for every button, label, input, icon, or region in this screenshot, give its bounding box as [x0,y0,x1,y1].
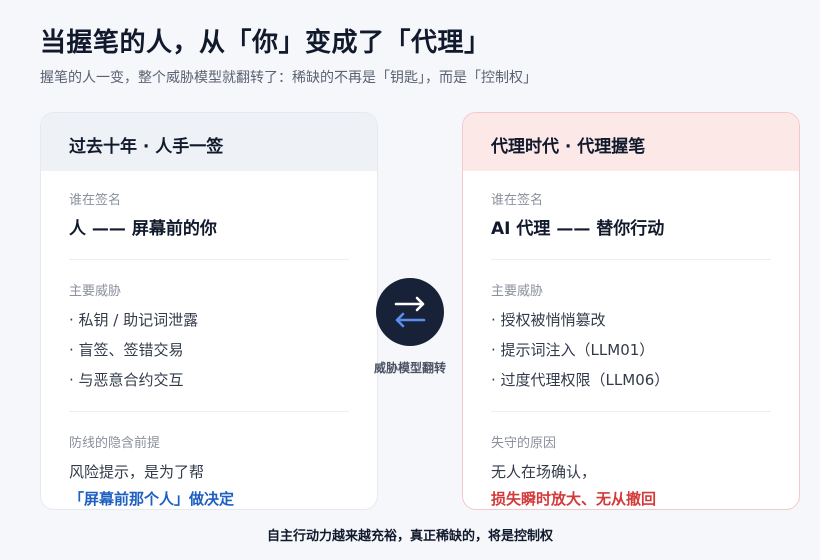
past-decade-card-header: 过去十年 · 人手一签 [41,113,377,171]
threat-item: · 提示词注入（LLM01） [491,341,655,359]
page-subtitle: 握笔的人一变，整个威胁模型就翻转了：稀缺的不再是「钥匙」，而是「控制权」 [40,70,537,86]
threats-label: 主要威胁 [69,284,122,299]
signer-label: 谁在签名 [491,193,544,208]
premise-highlight: 「屏幕前那个人」做决定 [69,490,235,508]
failure-text: 无人在场确认， [491,463,597,481]
signer-value: 人 —— 屏幕前的你 [69,219,217,239]
premise-label: 防线的隐含前提 [69,436,161,451]
agent-era-card-header: 代理时代 · 代理握笔 [463,113,799,171]
past-decade-card: 过去十年 · 人手一签 谁在签名 人 —— 屏幕前的你 主要威胁 · 私钥 / … [40,112,378,510]
threat-item: · 盲签、签错交易 [69,341,184,359]
page-title: 当握笔的人，从「你」变成了「代理」 [40,28,491,58]
swap-arrows-icon [376,278,444,346]
signer-value: AI 代理 —— 替你行动 [491,219,665,239]
threat-item: · 私钥 / 助记词泄露 [69,311,199,329]
premise-text: 风险提示，是为了帮 [69,463,205,481]
footer-caption: 自主行动力越来越充裕，真正稀缺的，将是控制权 [266,529,553,544]
agent-era-card-body: 谁在签名 AI 代理 —— 替你行动 主要威胁 · 授权被悄悄篡改 · 提示词注… [463,171,799,509]
past-decade-card-body: 谁在签名 人 —— 屏幕前的你 主要威胁 · 私钥 / 助记词泄露 · 盲签、签… [41,171,377,509]
threat-item: · 授权被悄悄篡改 [491,311,606,329]
swap-label: 威胁模型翻转 [373,361,446,375]
failure-label: 失守的原因 [491,436,557,451]
agent-era-card: 代理时代 · 代理握笔 谁在签名 AI 代理 —— 替你行动 主要威胁 · 授权… [462,112,800,510]
threat-item: · 与恶意合约交互 [69,371,184,389]
threat-item: · 过度代理权限（LLM06） [491,371,670,389]
threats-label: 主要威胁 [491,284,544,299]
failure-highlight: 损失瞬时放大、无从撤回 [491,490,657,508]
signer-label: 谁在签名 [69,193,122,208]
